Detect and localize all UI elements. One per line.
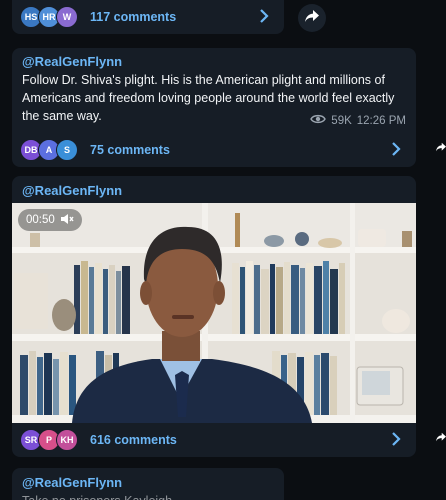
share-arrow-icon: [436, 429, 446, 447]
comments-bar[interactable]: DB A S 75 comments: [12, 133, 416, 167]
chevron-right-icon[interactable]: [388, 431, 404, 449]
avatar: W: [56, 6, 78, 28]
share-arrow-icon: [436, 139, 446, 157]
post-author[interactable]: @RealGenFlynn: [22, 54, 122, 69]
chevron-right-icon[interactable]: [388, 141, 404, 159]
commenter-avatars: HS HR W: [20, 6, 78, 28]
commenter-avatars: DB A S: [20, 139, 78, 161]
post-author[interactable]: @RealGenFlynn: [22, 183, 122, 198]
comments-bar[interactable]: HS HR W 117 comments: [12, 0, 284, 34]
share-button[interactable]: [432, 428, 446, 448]
commenter-avatars: SR P KH: [20, 429, 78, 451]
share-button[interactable]: [432, 138, 446, 158]
channel-feed: HS HR W 117 comments @RealGenFlynn Follo…: [0, 0, 446, 500]
avatar: KH: [56, 429, 78, 451]
post-time: 12:26 PM: [356, 114, 406, 127]
view-count: 59K: [331, 114, 352, 127]
video-duration-badge[interactable]: 00:50: [18, 209, 82, 231]
avatar: S: [56, 139, 78, 161]
post-meta: 59K 12:26 PM: [310, 114, 406, 127]
share-button[interactable]: [298, 4, 326, 32]
chevron-right-icon[interactable]: [256, 8, 272, 26]
video-player[interactable]: 00:50: [12, 203, 416, 423]
post-card: @RealGenFlynn Take no prisoners Kayleigh: [12, 468, 284, 500]
post-author[interactable]: @RealGenFlynn: [22, 475, 122, 490]
video-duration: 00:50: [26, 214, 55, 226]
post-text: Take no prisoners Kayleigh: [22, 492, 172, 500]
comments-count: 616 comments: [90, 433, 177, 447]
comments-count: 117 comments: [90, 10, 177, 24]
mute-icon[interactable]: [60, 213, 74, 228]
post-card: @RealGenFlynn Follow Dr. Shiva's plight.…: [12, 48, 416, 133]
video-frame: [12, 203, 416, 423]
share-arrow-icon: [305, 9, 319, 27]
post-card: @RealGenFlynn: [12, 176, 416, 203]
comments-bar[interactable]: SR P KH 616 comments: [12, 423, 416, 457]
comments-count: 75 comments: [90, 143, 170, 157]
eye-icon: [310, 114, 327, 127]
